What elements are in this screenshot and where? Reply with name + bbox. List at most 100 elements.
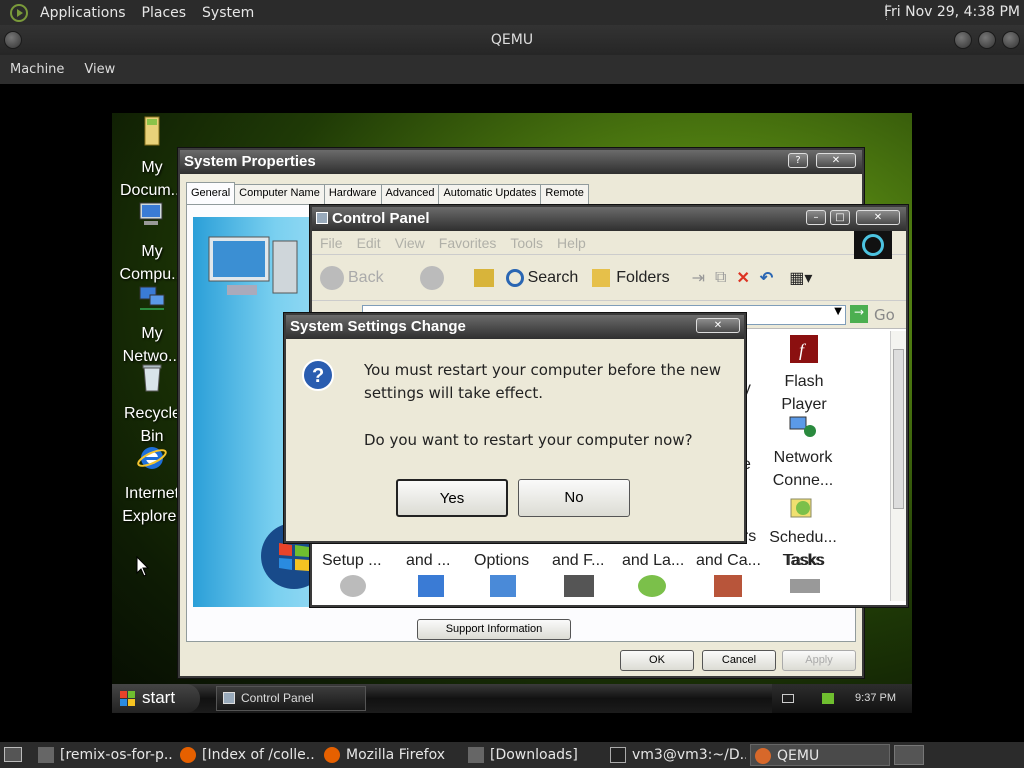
ok-button[interactable]: OK	[620, 650, 694, 671]
edit-menu[interactable]: Edit	[357, 235, 381, 251]
guest-desktop[interactable]: My Docum... My Compu... My Netwo... Recy…	[112, 113, 912, 713]
maximize-button[interactable]	[978, 31, 996, 49]
no-button[interactable]: No	[518, 479, 630, 517]
gnome-foot-icon[interactable]	[10, 3, 28, 22]
copy-to-icon[interactable]: ⧉	[715, 269, 726, 287]
forward-arrow-icon[interactable]	[419, 265, 444, 290]
taskbar-item[interactable]: vm3@vm3:~/D...	[606, 744, 746, 766]
panel-clock[interactable]: Fri Nov 29, 4:38 PM	[884, 4, 1020, 20]
minimize-button[interactable]	[954, 31, 972, 49]
view-menu[interactable]: View	[395, 235, 425, 251]
my-documents-icon	[144, 116, 160, 146]
task-label: [Downloads]	[490, 747, 578, 763]
users-icon[interactable]	[638, 575, 666, 597]
keyboard-tray-icon[interactable]	[782, 694, 794, 703]
view-menu[interactable]: View	[74, 62, 125, 77]
tab-hardware[interactable]: Hardware	[323, 184, 382, 204]
folders-button[interactable]: Folders	[616, 269, 669, 287]
tab-automatic-updates[interactable]: Automatic Updates	[438, 184, 542, 204]
vertical-scrollbar[interactable]	[890, 331, 906, 601]
up-folder-icon[interactable]	[473, 268, 494, 287]
tab-computer-name[interactable]: Computer Name	[234, 184, 325, 204]
xp-task-label: Control Panel	[241, 691, 314, 705]
close-button[interactable]	[1002, 31, 1020, 49]
show-desktop-icon[interactable]	[4, 747, 22, 762]
undo-icon[interactable]: ↶	[760, 268, 773, 288]
search-icon[interactable]	[505, 268, 524, 287]
minimize-button[interactable]: –	[806, 210, 826, 225]
close-button[interactable]: ✕	[696, 318, 740, 333]
scrollbar-thumb[interactable]	[893, 349, 904, 509]
delete-icon[interactable]: ✕	[736, 268, 749, 288]
cp-item-label[interactable]: and Ca...	[696, 549, 761, 572]
search-button[interactable]: Search	[528, 269, 579, 287]
cp-item-flash-player[interactable]: f Flash Player	[774, 335, 834, 416]
tab-general[interactable]: General	[186, 182, 236, 204]
taskbar-item[interactable]: Mozilla Firefox	[320, 744, 460, 766]
cp-item-label: Network Conne...	[772, 449, 834, 489]
help-menu[interactable]: Help	[557, 235, 586, 251]
taskbar-item[interactable]: [Index of /colle...	[176, 744, 316, 766]
tab-advanced[interactable]: Advanced	[380, 184, 440, 204]
xp-taskbar-item-control-panel[interactable]: Control Panel	[216, 686, 366, 711]
folders-icon[interactable]	[592, 268, 611, 287]
question-icon: ?	[302, 359, 334, 391]
apply-button[interactable]: Apply	[782, 650, 856, 671]
applications-menu[interactable]: Applications	[32, 5, 134, 21]
gnome-top-panel: Applications Places System Fri Nov 29, 4…	[0, 0, 1024, 25]
speaker-icon[interactable]	[340, 575, 366, 597]
keyboard-icon[interactable]	[790, 579, 820, 593]
file-menu[interactable]: File	[320, 235, 343, 251]
system-settings-change-dialog[interactable]: System Settings Change ✕ ? You must rest…	[284, 313, 746, 543]
machine-menu[interactable]: Machine	[0, 62, 74, 77]
go-button[interactable]: Go	[874, 306, 895, 324]
close-button[interactable]: ✕	[856, 210, 900, 225]
cp-item-network-connections[interactable]: Network Conne...	[758, 415, 848, 492]
tab-strip: General Computer Name Hardware Advanced …	[186, 182, 589, 204]
views-icon[interactable]: ▦▾	[789, 268, 812, 288]
taskbar-item[interactable]: [Downloads]	[464, 744, 604, 766]
places-menu[interactable]: Places	[134, 5, 195, 21]
my-computer-icon	[139, 202, 163, 225]
firewall-icon[interactable]	[714, 575, 742, 597]
close-button[interactable]: ✕	[816, 153, 856, 168]
tools-menu[interactable]: Tools	[510, 235, 543, 251]
cp-item-label[interactable]: Setup ...	[322, 549, 382, 572]
dialog-titlebar[interactable]: System Settings Change	[286, 315, 744, 339]
back-arrow-icon[interactable]	[320, 265, 344, 290]
yes-button[interactable]: Yes	[396, 479, 508, 517]
chevron-down-icon[interactable]: ▼	[834, 306, 842, 317]
network-connections-icon	[789, 416, 816, 437]
maximize-button[interactable]: □	[830, 210, 850, 225]
taskbar-item[interactable]: [remix-os-for-p...	[34, 744, 174, 766]
terminal-icon	[610, 747, 626, 763]
cp-item-label[interactable]: and La...	[622, 549, 684, 572]
cp-item-label[interactable]: and ...	[406, 549, 450, 572]
help-button[interactable]: ?	[788, 153, 808, 168]
monitor-icon[interactable]	[490, 575, 516, 597]
move-to-icon[interactable]: ⇥	[692, 268, 705, 288]
cp-item-label[interactable]: and F...	[552, 549, 604, 572]
cp-item-label[interactable]: Tasks	[784, 549, 825, 572]
cp-item-label[interactable]: Options	[474, 549, 529, 572]
favorites-menu[interactable]: Favorites	[439, 235, 497, 251]
tab-remote[interactable]: Remote	[540, 184, 589, 204]
system-properties-titlebar[interactable]: System Properties	[180, 150, 862, 174]
system-menu[interactable]: System	[194, 5, 262, 21]
xp-clock[interactable]: 9:37 PM	[855, 692, 896, 704]
qemu-window-title: QEMU	[490, 32, 534, 48]
dialog-message-line: settings will take effect.	[364, 384, 544, 402]
taskbar-item-active[interactable]: QEMU	[750, 744, 890, 766]
printer-icon[interactable]	[564, 575, 594, 597]
folder-icon	[38, 747, 54, 763]
support-information-button[interactable]: Support Information	[417, 619, 571, 640]
window-menu-button[interactable]	[4, 31, 22, 49]
back-button[interactable]: Back	[348, 269, 384, 287]
cancel-button[interactable]: Cancel	[702, 650, 776, 671]
go-arrow-icon[interactable]: →	[850, 305, 868, 323]
display-icon[interactable]	[418, 575, 444, 597]
qemu-panel-applet-icon[interactable]	[894, 745, 924, 765]
qemu-window-titlebar[interactable]: QEMU	[0, 25, 1024, 55]
security-shield-icon[interactable]	[822, 693, 834, 704]
start-button[interactable]: start	[112, 684, 200, 713]
